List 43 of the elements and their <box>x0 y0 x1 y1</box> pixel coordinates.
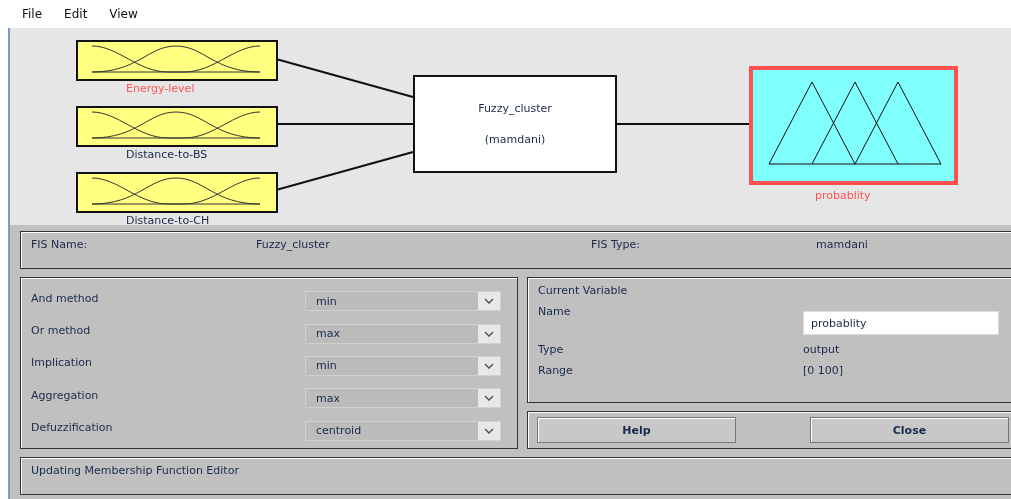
name-field[interactable]: probablity <box>803 311 999 335</box>
method-dropdown[interactable]: min <box>305 291 501 312</box>
chevron-down-icon <box>484 330 494 337</box>
method-dropdown[interactable]: min <box>305 355 501 376</box>
help-button[interactable]: Help <box>537 417 736 443</box>
range-label: Range <box>538 364 574 377</box>
fis-type-value: mamdani <box>816 238 869 251</box>
system-block[interactable]: Fuzzy_cluster (mamdani) <box>413 74 617 173</box>
variable-label: probablity <box>815 188 871 202</box>
range-value: [0 100] <box>803 364 845 377</box>
variable-label: Distance-to-CH <box>126 213 210 227</box>
input-variable-block[interactable] <box>76 171 278 213</box>
input-variable-block[interactable] <box>76 39 278 81</box>
variable-label: Distance-to-BS <box>126 147 208 161</box>
method-label: Defuzzification <box>31 421 113 435</box>
fis-name-label: FIS Name: <box>31 238 89 251</box>
chevron-down-icon <box>484 362 494 369</box>
menu-item[interactable]: File <box>22 6 43 21</box>
menu-item[interactable]: Edit <box>64 6 88 21</box>
type-label: Type <box>538 343 565 356</box>
method-dropdown[interactable]: centroid <box>305 420 501 441</box>
close-button[interactable]: Close <box>810 417 1009 443</box>
fis-type-label: FIS Type: <box>591 238 642 251</box>
output-variable-block[interactable] <box>749 65 958 185</box>
method-dropdown[interactable]: max <box>305 388 501 409</box>
method-label: Implication <box>31 356 92 370</box>
status-text: Updating Membership Function Editor <box>31 464 239 477</box>
panel-title: Current Variable <box>538 284 629 297</box>
type-value: output <box>803 343 841 356</box>
method-label: And method <box>31 291 99 305</box>
chevron-down-icon <box>484 298 494 305</box>
chevron-down-icon <box>484 395 494 402</box>
system-name: Fuzzy_cluster <box>478 101 552 115</box>
menu-item[interactable]: View <box>109 6 138 21</box>
name-label: Name <box>538 305 572 320</box>
method-label: Or method <box>31 324 91 338</box>
method-label: Aggregation <box>31 388 99 402</box>
input-variable-block[interactable] <box>76 105 278 147</box>
variable-label: Energy-level <box>126 81 195 95</box>
fis-name-value: Fuzzy_cluster <box>256 238 331 251</box>
method-dropdown[interactable]: max <box>305 323 501 344</box>
system-type: (mamdani) <box>484 132 546 146</box>
chevron-down-icon <box>484 427 494 434</box>
